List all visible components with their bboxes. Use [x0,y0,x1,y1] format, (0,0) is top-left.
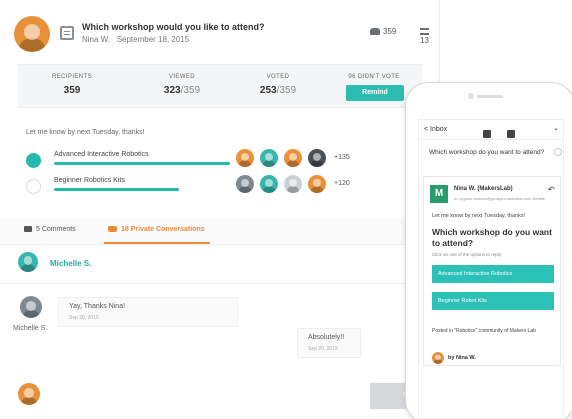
poll-option-beginner[interactable]: Beginner Robotics Kits +120 [26,175,426,199]
posted-in: Posted in "Robotics" community of Makers… [432,328,536,334]
avatar [308,175,326,193]
avatar [20,296,42,318]
phone-frame: < Inbox ⌄ Which workshop do you want to … [405,82,572,419]
email-recipient: to: bypace-makers@groups.makerslab.com D… [454,196,545,201]
stat-recipients: RECIPIENTS 359 [51,74,92,96]
avatar [260,149,278,167]
archive-icon[interactable] [483,130,491,138]
poll-option-advanced[interactable]: Advanced Interactive Robotics +135 [26,149,426,173]
stage: Which workshop would you like to attend?… [0,0,572,419]
lines-count[interactable]: 13 [420,27,439,45]
option-label: Beginner Robotics Kits [54,177,125,184]
conversation-name[interactable]: Michelle S. [50,259,91,268]
comment-icon [24,226,32,233]
author-name: Nina W. [82,35,111,44]
vote-bar [54,188,179,191]
email-hint: Click on one of the options to reply: [432,252,503,257]
toolbar-icons [483,125,531,143]
trash-icon[interactable] [507,130,515,138]
stat-didnt-vote: 96 DIDN'T VOTE [348,74,400,80]
avatar [18,252,38,272]
email-question: Which workshop do you want to attend? [432,227,552,248]
list-icon [420,28,429,36]
inbox-back-button[interactable]: < Inbox [424,126,447,133]
message-bubble: Yay, Thanks Nina! Sep 20, 2015 [58,297,238,327]
chevron-down-icon[interactable]: ⌄ [553,124,559,132]
remind-button[interactable]: Remind [346,85,404,101]
email-subject: Which workshop do you want to attend? [429,149,545,156]
makerslab-logo: M [430,185,448,203]
avatar [260,175,278,193]
divider [0,283,440,284]
phone-screen: < Inbox ⌄ Which workshop do you want to … [418,119,564,419]
author-avatar [14,16,50,52]
reply-icon[interactable]: ↶ [548,185,555,194]
tab-comments[interactable]: 5 Comments [24,226,76,233]
camera [468,93,474,99]
message-bubble: Absolutely!! Sep 20, 2015 [297,328,361,358]
document-icon [60,26,74,40]
voter-count[interactable]: +120 [334,180,350,187]
option-button-beginner[interactable]: Beginner Robot Kits [432,292,554,310]
email-message: Let me know by next Tuesday, thanks! [432,213,526,219]
stats-bar: RECIPIENTS 359 VIEWED 323/359 VOTED 253/… [18,64,422,108]
option-label: Advanced Interactive Robotics [54,151,149,158]
active-tab-indicator [104,242,210,244]
post-meta: Nina W. September 18, 2015 [82,35,189,44]
star-icon[interactable] [554,148,562,156]
avatar [236,175,254,193]
poll-message: Let me know by next Tuesday, thanks! [26,129,145,136]
people-count[interactable]: 359 [370,27,396,36]
option-button-advanced[interactable]: Advanced Interactive Robotics [432,265,554,283]
radio-unselected[interactable] [26,179,41,194]
avatar [236,149,254,167]
commenter-name: Michelle S. [13,325,48,332]
avatar [18,383,40,405]
phone-nav-bar: < Inbox ⌄ [419,120,563,143]
voter-count[interactable]: +135 [334,154,350,161]
conversation-icon [108,226,117,233]
avatar [284,149,302,167]
people-icon [370,28,380,36]
vote-bar [54,162,230,165]
radio-selected[interactable] [26,153,41,168]
avatar [432,352,444,364]
tab-private-conversations[interactable]: 18 Private Conversations [108,226,205,233]
page-title: Which workshop would you like to attend? [82,22,265,32]
desktop-view: Which workshop would you like to attend?… [0,0,440,419]
post-date: September 18, 2015 [116,35,190,44]
avatar [308,149,326,167]
email-card: M Nina W. (MakersLab) to: bypace-makers@… [423,176,561,366]
conversation-tabs: 5 Comments 18 Private Conversations [0,219,440,245]
stat-viewed: VIEWED 323/359 [163,74,201,96]
avatar [284,175,302,193]
speaker [477,95,503,98]
email-from: Nina W. (MakersLab) [454,186,513,192]
stat-voted: VOTED 253/359 [259,74,297,96]
posted-by: by Nina W. [448,355,476,361]
